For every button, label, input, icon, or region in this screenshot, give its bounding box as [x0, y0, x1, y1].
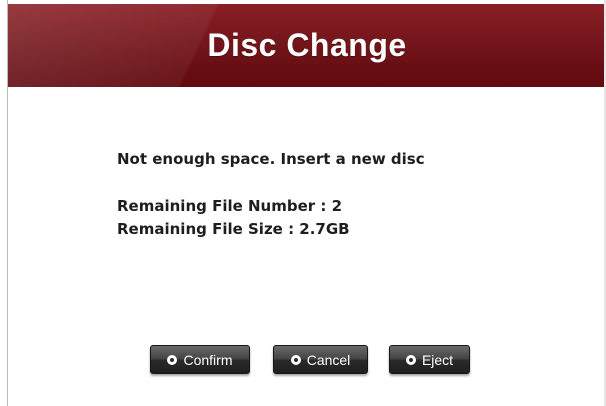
eject-button[interactable]: Eject — [389, 345, 470, 374]
eject-button-label: Eject — [421, 351, 454, 368]
confirm-button-label: Confirm — [183, 351, 233, 368]
remaining-file-size: Remaining File Size : 2.7GB — [117, 220, 350, 238]
radio-bullet-icon — [167, 354, 178, 365]
radio-bullet-icon — [405, 354, 416, 365]
cancel-button[interactable]: Cancel — [273, 345, 368, 374]
cancel-button-label: Cancel — [306, 351, 351, 368]
title-bar: Disc Change — [8, 4, 606, 87]
disc-change-dialog: Disc Change Not enough space. Insert a n… — [0, 0, 606, 406]
remaining-file-number: Remaining File Number : 2 — [117, 197, 343, 215]
confirm-button[interactable]: Confirm — [150, 345, 250, 374]
radio-bullet-icon — [290, 354, 301, 365]
dialog-title: Disc Change — [207, 27, 407, 63]
warning-message: Not enough space. Insert a new disc — [117, 150, 425, 168]
